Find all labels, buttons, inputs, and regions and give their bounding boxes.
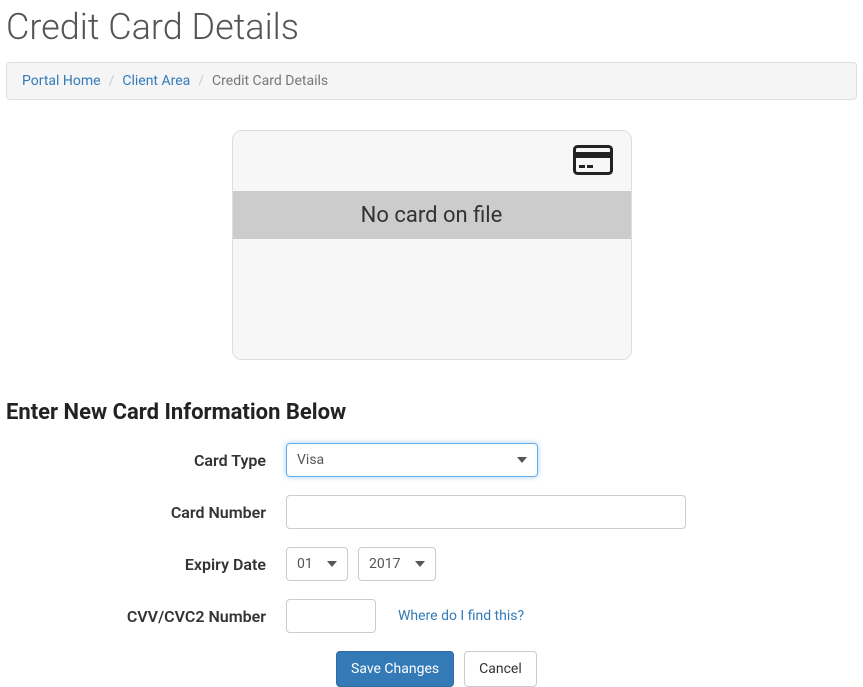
breadcrumb: Portal Home / Client Area / Credit Card … (6, 62, 857, 100)
cvv-input[interactable] (286, 599, 376, 633)
breadcrumb-link-portal-home[interactable]: Portal Home (22, 73, 101, 89)
form-heading: Enter New Card Information Below (0, 400, 863, 443)
card-number-input[interactable] (286, 495, 686, 529)
expiry-month-select[interactable]: 01 (286, 547, 348, 581)
expiry-date-label: Expiry Date (6, 555, 286, 574)
breadcrumb-current: Credit Card Details (212, 73, 328, 89)
card-on-file-panel: No card on file (232, 130, 632, 360)
card-status-text: No card on file (361, 203, 503, 228)
card-type-label: Card Type (6, 451, 286, 470)
card-status-stripe: No card on file (233, 191, 631, 239)
breadcrumb-separator: / (109, 73, 115, 89)
breadcrumb-link-client-area[interactable]: Client Area (122, 73, 190, 89)
cvv-helper-link[interactable]: Where do I find this? (398, 608, 524, 624)
cancel-button[interactable]: Cancel (464, 651, 537, 687)
save-button[interactable]: Save Changes (336, 651, 454, 687)
page-title: Credit Card Details (0, 0, 863, 62)
card-form: Card Type Visa Card Number Expiry Date 0… (0, 443, 863, 687)
breadcrumb-separator: / (198, 73, 204, 89)
credit-card-icon (573, 145, 613, 175)
expiry-year-select[interactable]: 2017 (358, 547, 436, 581)
card-number-label: Card Number (6, 503, 286, 522)
cvv-label: CVV/CVC2 Number (6, 607, 286, 626)
card-type-select[interactable]: Visa (286, 443, 538, 477)
